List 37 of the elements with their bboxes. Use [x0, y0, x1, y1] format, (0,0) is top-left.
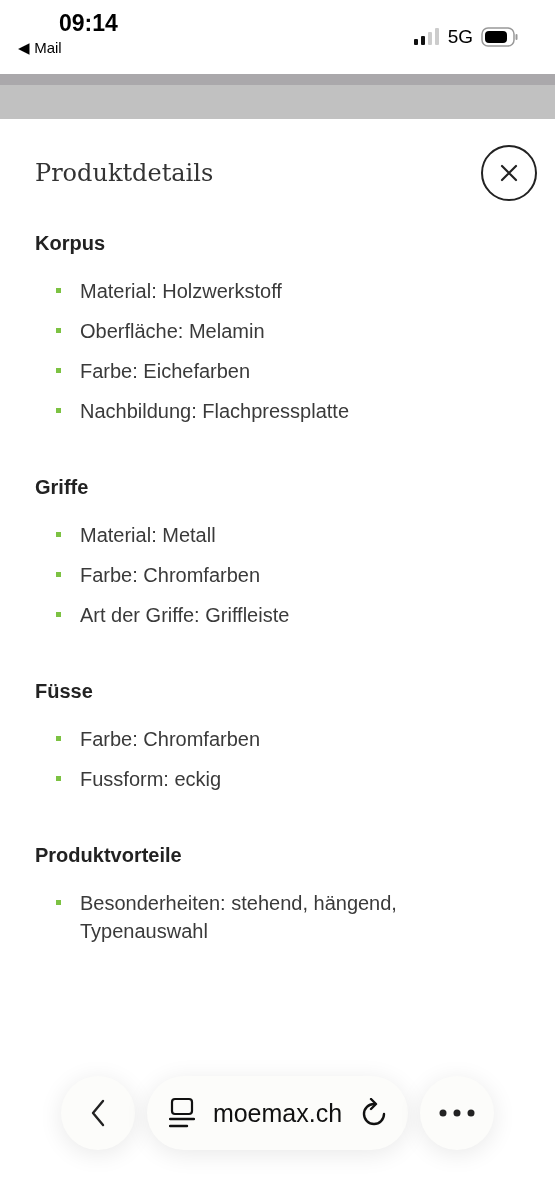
bullet-icon — [56, 736, 61, 741]
back-to-app-link[interactable]: ◀ Mail — [18, 39, 118, 57]
detail-text: Material: Metall — [80, 523, 216, 548]
close-button[interactable] — [481, 145, 537, 201]
address-bar[interactable]: moemax.ch — [146, 1076, 409, 1150]
section-heading: Griffe — [35, 475, 90, 500]
section-heading: Produktvorteile — [35, 843, 183, 868]
detail-text: Farbe: Chromfarben — [80, 727, 261, 752]
detail-text: Oberfläche: Melamin — [80, 319, 265, 344]
bullet-icon — [56, 328, 61, 333]
bullet-icon — [56, 408, 61, 413]
signal-icon — [413, 28, 440, 46]
status-time: 09:14 — [59, 10, 118, 37]
bullet-icon — [56, 572, 61, 577]
bullet-icon — [56, 900, 61, 905]
section-heading: Füsse — [35, 679, 94, 704]
page-menu-icon — [168, 1097, 195, 1129]
detail-text: Besonderheiten: stehend, hängend, Typenauswahl — [80, 891, 398, 944]
detail-text: Fussform: eckig — [80, 767, 222, 792]
url-text: moemax.ch — [212, 1098, 343, 1128]
bullet-icon — [56, 288, 61, 293]
detail-text: Material: Holzwerkstoff — [80, 279, 282, 304]
bullet-icon — [56, 532, 61, 537]
close-icon — [499, 163, 519, 183]
detail-text: Art der Griffe: Griffleiste — [80, 603, 290, 628]
battery-icon — [481, 27, 519, 47]
back-chevron-icon — [89, 1099, 106, 1127]
detail-text: Nachbildung: Flachpressplatte — [80, 399, 350, 424]
panel-title: Produktdetails — [35, 159, 214, 187]
bullet-icon — [56, 612, 61, 617]
network-label: 5G — [447, 26, 473, 48]
bullet-icon — [56, 776, 61, 781]
detail-text: Farbe: Eichefarben — [80, 359, 251, 384]
detail-text: Farbe: Chromfarben — [80, 563, 261, 588]
section-heading: Korpus — [35, 231, 106, 256]
more-icon — [439, 1109, 476, 1117]
bullet-icon — [56, 368, 61, 373]
